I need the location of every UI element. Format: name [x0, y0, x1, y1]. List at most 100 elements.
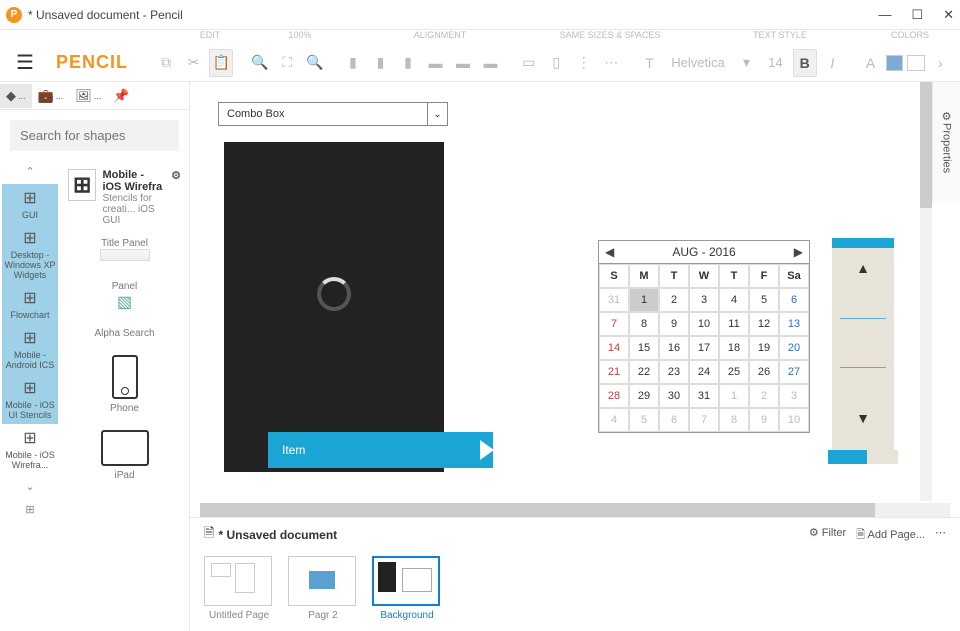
- calendar-day-cell[interactable]: 18: [719, 336, 749, 360]
- category-grid-view[interactable]: ⊞: [21, 499, 38, 520]
- calendar-day-cell[interactable]: 29: [629, 384, 659, 408]
- calendar-day-cell[interactable]: 6: [779, 288, 809, 312]
- calendar-day-cell[interactable]: 8: [629, 312, 659, 336]
- calendar-day-cell[interactable]: 25: [719, 360, 749, 384]
- window-maximize-button[interactable]: ☐: [911, 7, 923, 23]
- calendar-day-cell[interactable]: 8: [719, 408, 749, 432]
- calendar-day-cell[interactable]: 22: [629, 360, 659, 384]
- page-thumbnail[interactable]: Background: [372, 556, 442, 621]
- gear-icon[interactable]: ⚙: [171, 169, 181, 182]
- properties-tab[interactable]: ⚙ Properties: [932, 82, 960, 202]
- paste-button[interactable]: 📋: [209, 49, 233, 77]
- calendar-prev-button[interactable]: ◀: [605, 245, 614, 259]
- filter-button[interactable]: ⚙ Filter: [809, 526, 846, 545]
- font-size-input[interactable]: 14: [762, 55, 788, 70]
- canvas-progress-bar[interactable]: [828, 450, 898, 464]
- align-bottom-button[interactable]: ▬: [479, 49, 503, 77]
- align-left-button[interactable]: ▮: [341, 49, 365, 77]
- canvas-combobox[interactable]: Combo Box ⌄: [218, 102, 448, 126]
- calendar-day-cell[interactable]: 26: [749, 360, 779, 384]
- align-top-button[interactable]: ▬: [424, 49, 448, 77]
- canvas-dark-panel[interactable]: [224, 142, 444, 472]
- calendar-day-cell[interactable]: 2: [659, 288, 689, 312]
- category-item[interactable]: ⊞Desktop - Windows XP Widgets: [2, 224, 58, 284]
- distribute-v-button[interactable]: ⋯: [600, 49, 624, 77]
- text-color-button[interactable]: A: [859, 49, 883, 77]
- fill-color-swatch[interactable]: [886, 55, 903, 71]
- calendar-day-cell[interactable]: 16: [659, 336, 689, 360]
- bold-button[interactable]: B: [793, 49, 817, 77]
- canvas-stepper[interactable]: ▲ ▼: [832, 238, 894, 458]
- calendar-day-cell[interactable]: 7: [689, 408, 719, 432]
- window-close-button[interactable]: ✕: [943, 7, 954, 23]
- calendar-day-cell[interactable]: 30: [659, 384, 689, 408]
- category-item[interactable]: ⊞Flowchart: [2, 284, 58, 324]
- add-page-button[interactable]: 🗎 Add Page...: [856, 526, 925, 545]
- shape-phone[interactable]: Phone: [64, 347, 185, 422]
- tab-pin[interactable]: 📌: [107, 84, 135, 108]
- calendar-day-cell[interactable]: 2: [749, 384, 779, 408]
- calendar-day-cell[interactable]: 13: [779, 312, 809, 336]
- calendar-day-cell[interactable]: 12: [749, 312, 779, 336]
- calendar-day-cell[interactable]: 9: [659, 312, 689, 336]
- calendar-next-button[interactable]: ▶: [794, 245, 803, 259]
- calendar-day-cell[interactable]: 14: [599, 336, 629, 360]
- category-scroll-up[interactable]: ⌃: [21, 161, 38, 182]
- align-center-button[interactable]: ▮: [369, 49, 393, 77]
- vertical-scrollbar[interactable]: [920, 82, 932, 501]
- calendar-day-cell[interactable]: 5: [629, 408, 659, 432]
- distribute-h-button[interactable]: ⋮: [572, 49, 596, 77]
- text-style-button[interactable]: T: [638, 49, 662, 77]
- window-minimize-button[interactable]: —: [878, 7, 891, 23]
- zoom-out-button[interactable]: 🔍: [303, 49, 327, 77]
- calendar-day-cell[interactable]: 4: [719, 288, 749, 312]
- shape-alpha-search[interactable]: Alpha Search: [64, 320, 185, 347]
- calendar-day-cell[interactable]: 31: [599, 288, 629, 312]
- same-height-button[interactable]: ▯: [545, 49, 569, 77]
- same-width-button[interactable]: ▭: [517, 49, 541, 77]
- canvas-tag-item[interactable]: Item: [268, 432, 493, 468]
- calendar-day-cell[interactable]: 6: [659, 408, 689, 432]
- tab-images[interactable]: 🖼 ...: [69, 84, 107, 108]
- category-item[interactable]: ⊞GUI: [2, 184, 58, 224]
- calendar-day-cell[interactable]: 24: [689, 360, 719, 384]
- calendar-day-cell[interactable]: 23: [659, 360, 689, 384]
- italic-button[interactable]: I: [821, 49, 845, 77]
- calendar-day-cell[interactable]: 19: [749, 336, 779, 360]
- stepper-down-button[interactable]: ▼: [832, 398, 894, 438]
- zoom-fit-button[interactable]: ⛶: [275, 49, 299, 77]
- calendar-day-cell[interactable]: 11: [719, 312, 749, 336]
- calendar-day-cell[interactable]: 20: [779, 336, 809, 360]
- toolbar-more-icon[interactable]: ›: [929, 49, 953, 77]
- shape-panel[interactable]: Panel ▧: [64, 273, 185, 320]
- calendar-day-cell[interactable]: 21: [599, 360, 629, 384]
- shape-title-panel[interactable]: Title Panel: [64, 230, 185, 273]
- calendar-day-cell[interactable]: 9: [749, 408, 779, 432]
- calendar-day-cell[interactable]: 17: [689, 336, 719, 360]
- calendar-day-cell[interactable]: 15: [629, 336, 659, 360]
- shape-ipad[interactable]: iPad: [64, 422, 185, 489]
- category-item[interactable]: ⊞Mobile - iOS UI Stencils: [2, 374, 58, 424]
- calendar-day-cell[interactable]: 27: [779, 360, 809, 384]
- font-name-select[interactable]: Helvetica: [665, 55, 730, 70]
- copy-button[interactable]: ⧉: [154, 49, 178, 77]
- canvas-calendar[interactable]: ◀ AUG - 2016 ▶ SMTWTFSa 3112345678910111…: [598, 240, 810, 433]
- align-right-button[interactable]: ▮: [396, 49, 420, 77]
- stroke-color-swatch[interactable]: [907, 55, 924, 71]
- calendar-day-cell[interactable]: 4: [599, 408, 629, 432]
- calendar-day-cell[interactable]: 10: [779, 408, 809, 432]
- zoom-in-button[interactable]: 🔍: [248, 49, 272, 77]
- font-dropdown-icon[interactable]: ▾: [735, 49, 759, 77]
- category-item[interactable]: ⊞Mobile - Android ICS: [2, 324, 58, 374]
- calendar-day-cell[interactable]: 10: [689, 312, 719, 336]
- horizontal-scrollbar[interactable]: [200, 503, 950, 517]
- calendar-day-cell[interactable]: 1: [719, 384, 749, 408]
- stepper-up-button[interactable]: ▲: [832, 248, 894, 288]
- menu-button[interactable]: ☰: [8, 50, 42, 75]
- pagebar-more-icon[interactable]: ⋯: [935, 526, 946, 545]
- chevron-down-icon[interactable]: ⌄: [427, 103, 447, 125]
- page-thumbnail[interactable]: Pagr 2: [288, 556, 358, 621]
- calendar-day-cell[interactable]: 5: [749, 288, 779, 312]
- align-middle-button[interactable]: ▬: [451, 49, 475, 77]
- category-item[interactable]: ⊞Mobile - iOS Wirefra...: [2, 424, 58, 474]
